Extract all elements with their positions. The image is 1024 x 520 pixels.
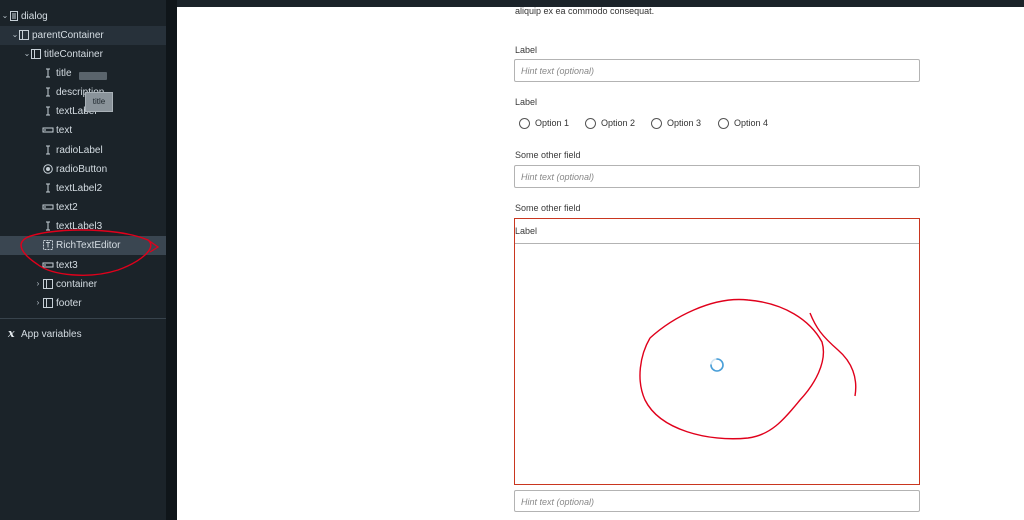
field-label: Some other field bbox=[515, 203, 581, 213]
rich-text-icon bbox=[42, 239, 54, 251]
input-placeholder: Hint text (optional) bbox=[521, 172, 595, 182]
layers-sidebar: ⌄ dialog ⌄ parentContainer ⌄ titleContai… bbox=[0, 0, 166, 520]
radio-option-1[interactable]: Option 1 bbox=[519, 117, 569, 129]
variable-x-icon: x bbox=[8, 327, 15, 340]
container-icon bbox=[42, 297, 54, 309]
rich-text-editor[interactable]: Label bbox=[514, 218, 920, 485]
tree-item-radiolabel[interactable]: radioLabel bbox=[0, 141, 166, 160]
radio-group-label: Label bbox=[515, 97, 538, 107]
tree-item-parentcontainer[interactable]: ⌄ parentContainer bbox=[0, 26, 166, 45]
input-field-icon bbox=[42, 124, 54, 136]
tree-item-textlabel3[interactable]: textLabel3 bbox=[0, 217, 166, 236]
radio-option-4[interactable]: Option 4 bbox=[718, 117, 768, 129]
tree-item-text3[interactable]: text3 bbox=[0, 256, 166, 275]
hint-input[interactable]: Hint text (optional) bbox=[514, 490, 920, 512]
tree-item-label: RichTextEditor bbox=[56, 240, 121, 251]
container-icon bbox=[18, 29, 30, 41]
radio-option-3[interactable]: Option 3 bbox=[651, 117, 701, 129]
tree-item-label: text2 bbox=[56, 202, 78, 213]
tree-item-footer[interactable]: › footer bbox=[0, 294, 166, 313]
page-icon bbox=[8, 10, 20, 22]
tree-item-label: dialog bbox=[21, 11, 48, 22]
text-cursor-icon bbox=[42, 220, 54, 232]
tree-item-description[interactable]: description bbox=[0, 83, 166, 102]
loading-spinner-icon bbox=[710, 358, 724, 372]
tree-item-titlecontainer[interactable]: ⌄ titleContainer bbox=[0, 45, 166, 64]
sidebar-divider bbox=[0, 318, 166, 319]
container-icon bbox=[30, 48, 42, 60]
panel-gutter bbox=[166, 0, 177, 520]
app-variables-link[interactable]: App variables bbox=[21, 328, 82, 341]
tree-item-radiobutton[interactable]: radioButton bbox=[0, 160, 166, 179]
tree-item-label: titleContainer bbox=[44, 49, 103, 60]
tree-item-richtexteditor[interactable]: RichTextEditor bbox=[0, 236, 166, 255]
tree-item-label: title bbox=[56, 68, 72, 79]
input-field-icon bbox=[42, 201, 54, 213]
text-cursor-icon bbox=[42, 67, 54, 79]
field-label: Some other field bbox=[515, 150, 581, 160]
text-input[interactable]: Hint text (optional) bbox=[514, 59, 920, 82]
drag-tooltip: title bbox=[85, 92, 113, 112]
radio-option-2[interactable]: Option 2 bbox=[585, 117, 635, 129]
input-placeholder: Hint text (optional) bbox=[521, 497, 595, 507]
radio-circle-icon[interactable] bbox=[651, 117, 662, 129]
chevron-right-icon[interactable]: › bbox=[34, 298, 42, 308]
tree-item-dialog[interactable]: ⌄ dialog bbox=[0, 7, 166, 26]
tree-item-label: text3 bbox=[56, 260, 78, 271]
input-field-icon bbox=[42, 259, 54, 271]
description-text: aliquip ex ea commodo consequat. bbox=[515, 6, 655, 16]
tree-item-label: parentContainer bbox=[32, 30, 104, 41]
radio-circle-icon[interactable] bbox=[718, 117, 729, 129]
tree-item-text[interactable]: text bbox=[0, 121, 166, 140]
tree-item-label: textLabel3 bbox=[56, 221, 103, 232]
input-placeholder: Hint text (optional) bbox=[521, 66, 595, 76]
tree-item-text2[interactable]: text2 bbox=[0, 198, 166, 217]
radio-circle-icon[interactable] bbox=[519, 117, 530, 129]
text-input-2[interactable]: Hint text (optional) bbox=[514, 165, 920, 188]
radio-circle-icon[interactable] bbox=[585, 117, 596, 129]
chevron-right-icon[interactable]: › bbox=[34, 279, 42, 289]
text-cursor-icon bbox=[42, 144, 54, 156]
text-cursor-icon bbox=[42, 105, 54, 117]
text-cursor-icon bbox=[42, 86, 54, 98]
tree-item-label: footer bbox=[56, 298, 82, 309]
tree-item-label: radioLabel bbox=[56, 145, 103, 156]
tree-item-label: radioButton bbox=[56, 164, 108, 175]
rich-text-editor-header: Label bbox=[515, 219, 919, 244]
tree-item-container[interactable]: › container bbox=[0, 275, 166, 294]
tree-item-label: textLabel2 bbox=[56, 183, 103, 194]
tooltip-preview bbox=[79, 72, 107, 80]
tree-item-textlabel2[interactable]: textLabel2 bbox=[0, 179, 166, 198]
radio-icon bbox=[42, 163, 54, 175]
rich-text-editor-label: Label bbox=[515, 226, 538, 236]
text-cursor-icon bbox=[42, 182, 54, 194]
container-icon bbox=[42, 278, 54, 290]
field-label: Label bbox=[515, 45, 538, 55]
tree-item-label: container bbox=[56, 279, 98, 290]
tree-item-label: text bbox=[56, 125, 73, 136]
tree-item-textlabel[interactable]: textLabel bbox=[0, 102, 166, 121]
